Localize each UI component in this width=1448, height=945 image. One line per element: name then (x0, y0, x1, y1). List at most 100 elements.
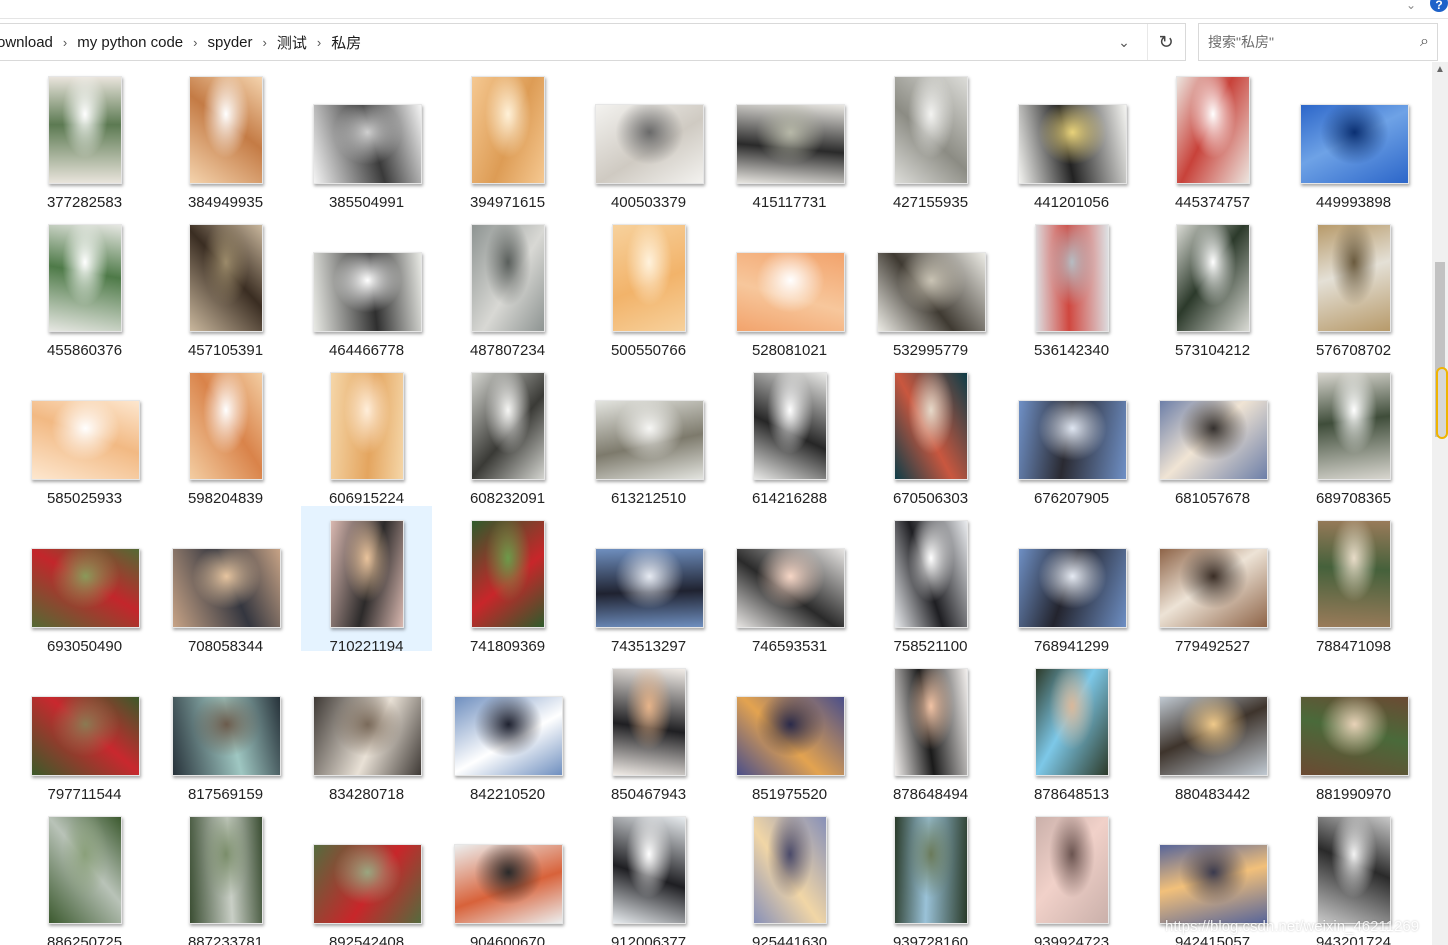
file-item[interactable]: 758521100 (865, 506, 996, 655)
image-thumbnail[interactable] (172, 548, 281, 628)
image-thumbnail[interactable] (454, 696, 563, 776)
chevron-right-icon[interactable]: › (313, 35, 325, 50)
chevron-right-icon[interactable]: › (59, 35, 71, 50)
image-thumbnail[interactable] (894, 520, 968, 628)
image-thumbnail[interactable] (1159, 400, 1268, 480)
file-item[interactable]: 532995779 (865, 210, 996, 359)
search-input[interactable]: 搜索"私房" ⌕ (1198, 23, 1438, 61)
address-history-dropdown[interactable]: ⌄ (1109, 24, 1139, 60)
file-item[interactable]: 741809369 (442, 506, 573, 655)
file-item[interactable]: 576708702 (1288, 210, 1419, 359)
image-thumbnail[interactable] (1300, 696, 1409, 776)
file-item[interactable]: 693050490 (19, 506, 150, 655)
chevron-right-icon[interactable]: › (189, 35, 201, 50)
image-thumbnail[interactable] (48, 816, 122, 924)
image-thumbnail[interactable] (612, 668, 686, 776)
image-thumbnail[interactable] (736, 252, 845, 332)
file-item[interactable]: 441201056 (1006, 62, 1137, 211)
image-thumbnail[interactable] (471, 372, 545, 480)
breadcrumb-item-current[interactable]: 私房 (325, 32, 367, 53)
file-item[interactable]: 880483442 (1147, 654, 1278, 803)
breadcrumb-item-download[interactable]: ownload (0, 34, 59, 51)
file-item[interactable]: 528081021 (724, 210, 855, 359)
file-item[interactable]: 487807234 (442, 210, 573, 359)
image-thumbnail[interactable] (1176, 76, 1250, 184)
breadcrumb-item-spyder[interactable]: spyder (201, 34, 258, 51)
breadcrumb-item-my-python-code[interactable]: my python code (71, 34, 189, 51)
file-item[interactable]: 598204839 (160, 358, 291, 507)
file-item[interactable]: 850467943 (583, 654, 714, 803)
file-item[interactable]: 400503379 (583, 62, 714, 211)
file-item[interactable]: 606915224 (301, 358, 432, 507)
file-item[interactable]: 881990970 (1288, 654, 1419, 803)
file-item[interactable]: 585025933 (19, 358, 150, 507)
file-item[interactable]: 887233781 (160, 802, 291, 945)
file-item[interactable]: 939728160 (865, 802, 996, 945)
file-item[interactable]: 886250725 (19, 802, 150, 945)
breadcrumb-item-test[interactable]: 测试 (271, 32, 313, 53)
image-thumbnail[interactable] (189, 372, 263, 480)
image-thumbnail[interactable] (172, 696, 281, 776)
image-thumbnail[interactable] (894, 668, 968, 776)
image-thumbnail[interactable] (595, 548, 704, 628)
image-thumbnail[interactable] (1018, 548, 1127, 628)
image-thumbnail[interactable] (1035, 224, 1109, 332)
image-thumbnail[interactable] (313, 696, 422, 776)
file-item[interactable]: 500550766 (583, 210, 714, 359)
image-thumbnail[interactable] (189, 224, 263, 332)
image-thumbnail[interactable] (313, 844, 422, 924)
image-thumbnail[interactable] (595, 104, 704, 184)
file-item[interactable]: 746593531 (724, 506, 855, 655)
image-thumbnail[interactable] (1317, 816, 1391, 924)
file-item[interactable]: 394971615 (442, 62, 573, 211)
image-thumbnail[interactable] (1317, 520, 1391, 628)
image-thumbnail[interactable] (877, 252, 986, 332)
scroll-up-icon[interactable]: ▲ (1432, 62, 1448, 78)
image-thumbnail[interactable] (894, 372, 968, 480)
image-thumbnail[interactable] (31, 696, 140, 776)
image-thumbnail[interactable] (313, 104, 422, 184)
file-item[interactable]: 536142340 (1006, 210, 1137, 359)
file-item[interactable]: 384949935 (160, 62, 291, 211)
image-thumbnail[interactable] (595, 400, 704, 480)
image-thumbnail[interactable] (48, 76, 122, 184)
chevron-down-icon[interactable]: ⌄ (1406, 0, 1416, 12)
chevron-right-icon[interactable]: › (259, 35, 271, 50)
file-item[interactable]: 892542408 (301, 802, 432, 945)
file-item[interactable]: 904600670 (442, 802, 573, 945)
image-thumbnail[interactable] (189, 76, 263, 184)
file-item[interactable]: 681057678 (1147, 358, 1278, 507)
image-thumbnail[interactable] (894, 76, 968, 184)
help-icon[interactable]: ? (1430, 0, 1448, 12)
image-thumbnail[interactable] (612, 224, 686, 332)
file-item[interactable]: 743513297 (583, 506, 714, 655)
file-item[interactable]: 842210520 (442, 654, 573, 803)
file-item[interactable]: 464466778 (301, 210, 432, 359)
file-item[interactable]: 608232091 (442, 358, 573, 507)
scrollbar-thumb-highlight[interactable] (1436, 367, 1448, 439)
image-thumbnail[interactable] (1300, 104, 1409, 184)
image-thumbnail[interactable] (48, 224, 122, 332)
image-thumbnail[interactable] (1018, 400, 1127, 480)
file-item[interactable]: 912006377 (583, 802, 714, 945)
file-item[interactable]: 445374757 (1147, 62, 1278, 211)
file-item[interactable]: 613212510 (583, 358, 714, 507)
file-item[interactable]: 614216288 (724, 358, 855, 507)
file-item[interactable]: 768941299 (1006, 506, 1137, 655)
image-thumbnail[interactable] (612, 816, 686, 924)
address-bar[interactable]: ownload › my python code › spyder › 测试 ›… (0, 23, 1186, 61)
file-item[interactable]: 689708365 (1288, 358, 1419, 507)
image-thumbnail[interactable] (736, 104, 845, 184)
image-thumbnail[interactable] (1317, 372, 1391, 480)
file-item[interactable]: 415117731 (724, 62, 855, 211)
image-thumbnail[interactable] (313, 252, 422, 332)
image-thumbnail[interactable] (189, 816, 263, 924)
image-thumbnail[interactable] (736, 548, 845, 628)
file-item[interactable]: 779492527 (1147, 506, 1278, 655)
image-thumbnail[interactable] (1035, 816, 1109, 924)
file-item[interactable]: 878648494 (865, 654, 996, 803)
file-item[interactable]: 449993898 (1288, 62, 1419, 211)
file-item[interactable]: 385504991 (301, 62, 432, 211)
image-thumbnail[interactable] (1176, 224, 1250, 332)
image-thumbnail[interactable] (454, 844, 563, 924)
